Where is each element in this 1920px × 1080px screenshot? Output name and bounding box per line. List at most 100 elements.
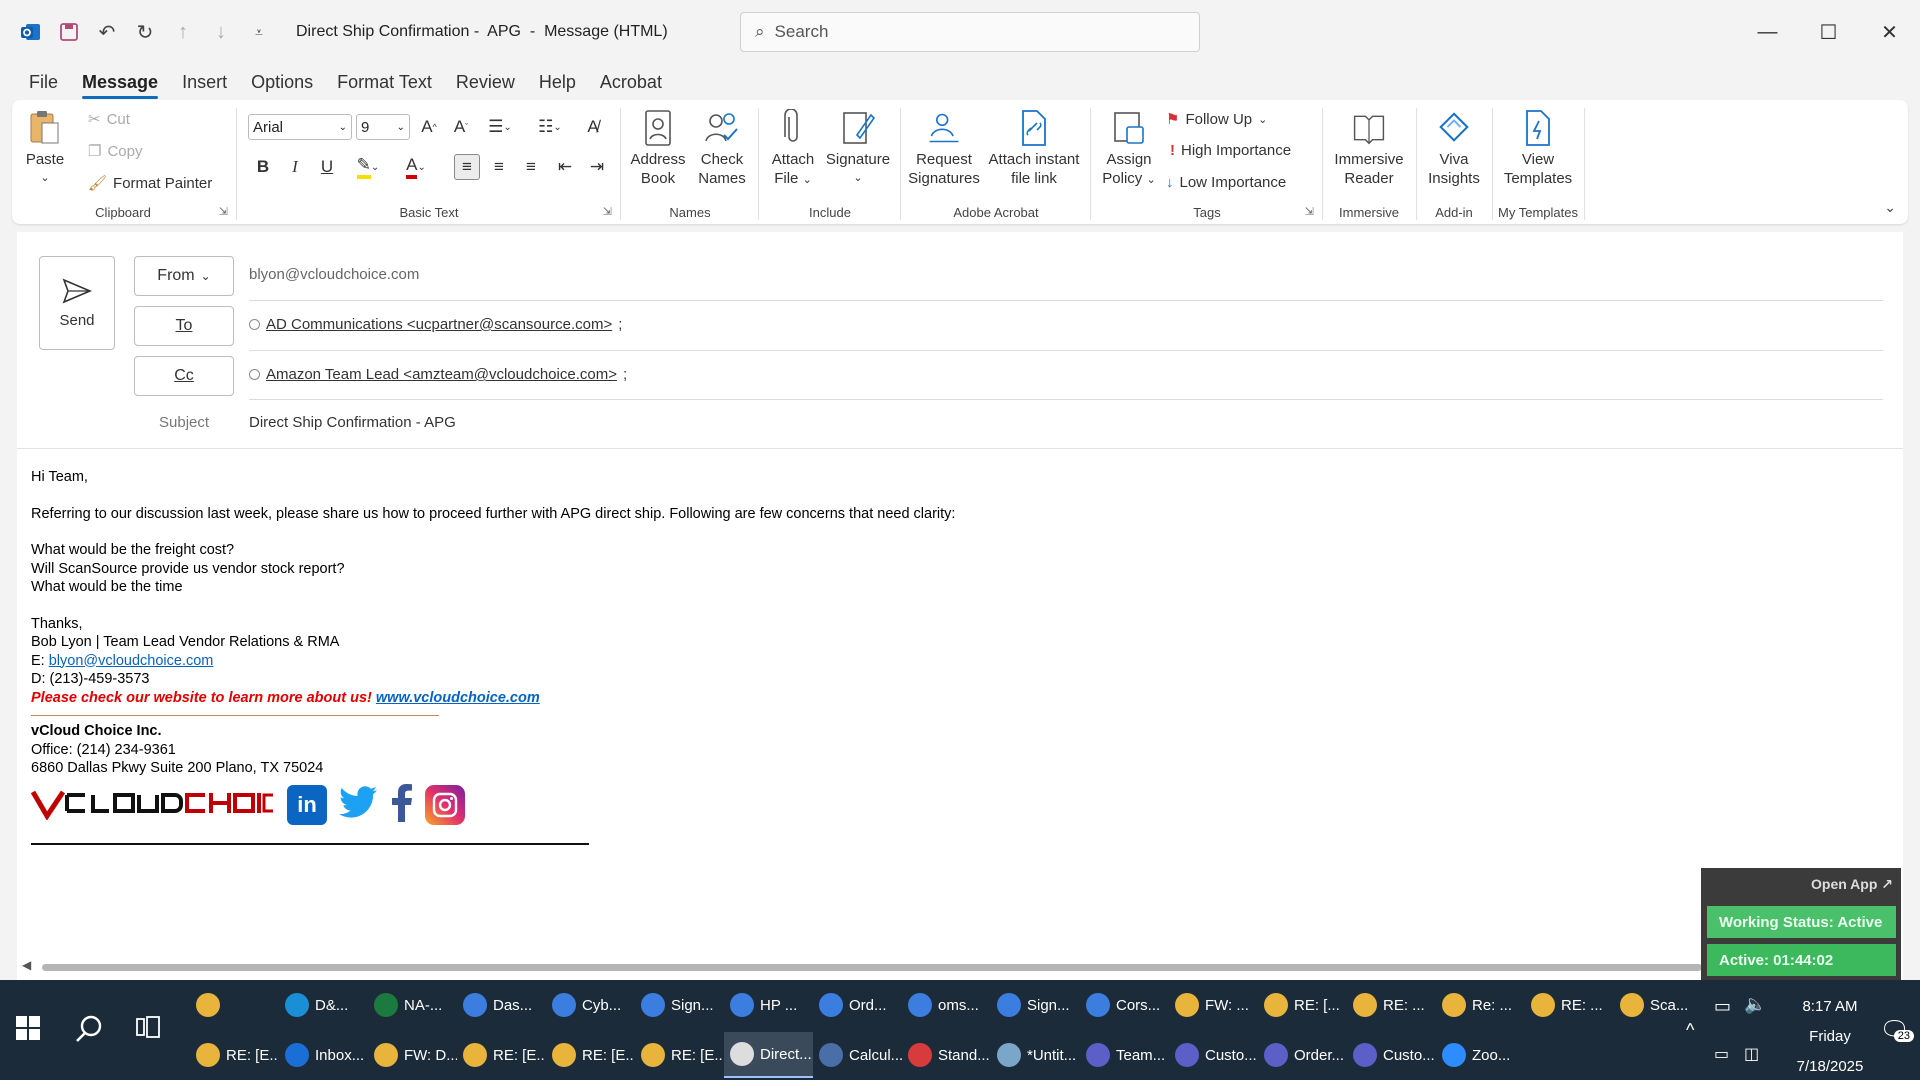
taskbar-item[interactable]: Cyb...: [546, 982, 635, 1028]
message-body[interactable]: Hi Team, Referring to our discussion las…: [30, 468, 955, 845]
bold-icon[interactable]: B: [250, 154, 276, 180]
check-names-button[interactable]: Check Names: [692, 108, 752, 188]
redo-icon[interactable]: ↻: [134, 21, 156, 44]
taskbar-item[interactable]: Order...: [1258, 1032, 1347, 1078]
network-icon[interactable]: ▭: [1714, 1044, 1729, 1064]
maximize-icon[interactable]: ☐: [1798, 0, 1859, 64]
tab-help[interactable]: Help: [539, 65, 576, 99]
taskbar-item[interactable]: RE: [E...: [457, 1032, 546, 1078]
from-button[interactable]: From ⌄: [134, 256, 234, 296]
taskbar-item[interactable]: FW: D...: [368, 1032, 457, 1078]
font-size-select[interactable]: 9 ⌄: [356, 114, 410, 140]
display-icon[interactable]: ◫: [1744, 1044, 1759, 1064]
send-button[interactable]: Send: [39, 256, 115, 350]
taskbar-item[interactable]: oms...: [902, 982, 991, 1028]
tab-message[interactable]: Message: [82, 65, 159, 99]
taskbar-item[interactable]: RE: [E...: [546, 1032, 635, 1078]
tab-insert[interactable]: Insert: [182, 65, 227, 99]
linkedin-icon[interactable]: in: [287, 785, 327, 826]
twitter-icon[interactable]: [339, 785, 379, 827]
taskbar-item[interactable]: HP ...: [724, 982, 813, 1028]
font-name-select[interactable]: Arial ⌄: [248, 114, 352, 140]
taskbar-item[interactable]: Inbox...: [279, 1032, 368, 1078]
tab-review[interactable]: Review: [456, 65, 515, 99]
assign-policy-button[interactable]: Assign Policy ⌄: [1098, 108, 1160, 190]
align-left-icon[interactable]: ≡: [454, 154, 480, 180]
dialog-launcher-icon[interactable]: ⇲: [603, 205, 612, 218]
next-item-icon[interactable]: ↓: [210, 21, 232, 43]
scrollbar-thumb[interactable]: [42, 964, 1702, 971]
attach-instant-file-link-button[interactable]: Attach instant file link: [984, 108, 1084, 188]
tab-format-text[interactable]: Format Text: [337, 65, 432, 99]
show-hidden-icons[interactable]: ^: [1686, 1020, 1694, 1041]
instagram-icon[interactable]: [425, 785, 465, 826]
taskbar-item[interactable]: Cors...: [1080, 982, 1169, 1028]
request-signatures-button[interactable]: Request Signatures: [906, 108, 982, 188]
underline-icon[interactable]: U: [314, 154, 340, 180]
windows-start-icon[interactable]: [16, 1016, 40, 1047]
taskbar-item[interactable]: D&...: [279, 982, 368, 1028]
grow-font-icon[interactable]: A ^: [416, 114, 442, 140]
italic-icon[interactable]: I: [282, 154, 308, 180]
task-view-icon[interactable]: [136, 1016, 160, 1045]
to-field[interactable]: AD Communications <ucpartner@scansource.…: [249, 316, 622, 333]
cut-button[interactable]: ✂ Cut: [88, 110, 130, 129]
taskbar-item[interactable]: Team...: [1080, 1032, 1169, 1078]
taskbar-item[interactable]: RE: ...: [1525, 982, 1614, 1028]
signature-email-link[interactable]: blyon@vcloudchoice.com: [49, 653, 214, 669]
open-app-button[interactable]: Open App ↗: [1811, 876, 1893, 893]
align-right-icon[interactable]: ≡: [518, 154, 544, 180]
clock[interactable]: 8:17 AM Friday 7/18/2025: [1770, 992, 1890, 1080]
cc-field[interactable]: Amazon Team Lead <amzteam@vcloudchoice.c…: [249, 366, 627, 383]
save-icon[interactable]: [58, 21, 80, 43]
search-box[interactable]: ⌕ Search: [740, 12, 1200, 52]
scroll-left-icon[interactable]: ◀: [22, 958, 31, 972]
numbering-icon[interactable]: ☷ ⌄: [530, 114, 570, 140]
customize-toolbar-icon[interactable]: ⩡: [248, 21, 270, 43]
taskbar-item[interactable]: Das...: [457, 982, 546, 1028]
dialog-launcher-icon[interactable]: ⇲: [219, 205, 228, 218]
tab-acrobat[interactable]: Acrobat: [600, 65, 662, 99]
bullets-icon[interactable]: ☰ ⌄: [480, 114, 520, 140]
increase-indent-icon[interactable]: ⇥: [584, 154, 610, 180]
taskbar-item[interactable]: *Untit...: [991, 1032, 1080, 1078]
view-templates-button[interactable]: View Templates: [1496, 108, 1580, 188]
taskbar-item[interactable]: Custo...: [1347, 1032, 1436, 1078]
collapse-ribbon-icon[interactable]: ⌄: [1884, 199, 1896, 216]
signature-button[interactable]: Signature ⌄: [822, 108, 894, 188]
decrease-indent-icon[interactable]: ⇤: [552, 154, 578, 180]
to-button[interactable]: To: [134, 306, 234, 346]
battery-icon[interactable]: ▭: [1714, 996, 1731, 1017]
align-center-icon[interactable]: ≡: [486, 154, 512, 180]
address-book-button[interactable]: Address Book: [628, 108, 688, 188]
format-painter-button[interactable]: 🖌 Format Painter: [88, 174, 212, 193]
subject-field[interactable]: Direct Ship Confirmation - APG: [249, 414, 456, 431]
taskbar-item[interactable]: Zoo...: [1436, 1032, 1525, 1078]
attach-file-button[interactable]: Attach File ⌄: [766, 108, 820, 190]
tab-options[interactable]: Options: [251, 65, 313, 99]
taskbar-item[interactable]: Sign...: [635, 982, 724, 1028]
taskbar-search-icon[interactable]: [74, 1014, 104, 1051]
volume-icon[interactable]: 🔈: [1744, 994, 1766, 1015]
from-field[interactable]: blyon@vcloudchoice.com: [249, 266, 419, 283]
taskbar-item[interactable]: Sign...: [991, 982, 1080, 1028]
minimize-icon[interactable]: —: [1737, 0, 1798, 64]
taskbar-item[interactable]: Custo...: [1169, 1032, 1258, 1078]
taskbar-item[interactable]: Calcul...: [813, 1032, 902, 1078]
close-icon[interactable]: ✕: [1859, 0, 1920, 64]
taskbar-item[interactable]: [190, 982, 279, 1028]
cc-recipient[interactable]: Amazon Team Lead <amzteam@vcloudchoice.c…: [266, 366, 617, 383]
taskbar-item[interactable]: Direct...: [724, 1032, 813, 1078]
taskbar-item[interactable]: RE: ...: [1347, 982, 1436, 1028]
tab-file[interactable]: File: [29, 65, 58, 99]
immersive-reader-button[interactable]: Immersive Reader: [1326, 108, 1412, 188]
copy-button[interactable]: ❐ Copy: [88, 142, 142, 161]
high-importance-button[interactable]: ! High Importance: [1170, 142, 1291, 159]
website-link[interactable]: www.vcloudchoice.com: [376, 690, 540, 706]
taskbar-item[interactable]: Stand...: [902, 1032, 991, 1078]
taskbar-item[interactable]: RE: [E...: [635, 1032, 724, 1078]
shrink-font-icon[interactable]: Aˇ: [448, 114, 474, 140]
dialog-launcher-icon[interactable]: ⇲: [1305, 205, 1314, 218]
undo-icon[interactable]: ↶: [96, 21, 118, 44]
low-importance-button[interactable]: ↓ Low Importance: [1166, 174, 1286, 191]
